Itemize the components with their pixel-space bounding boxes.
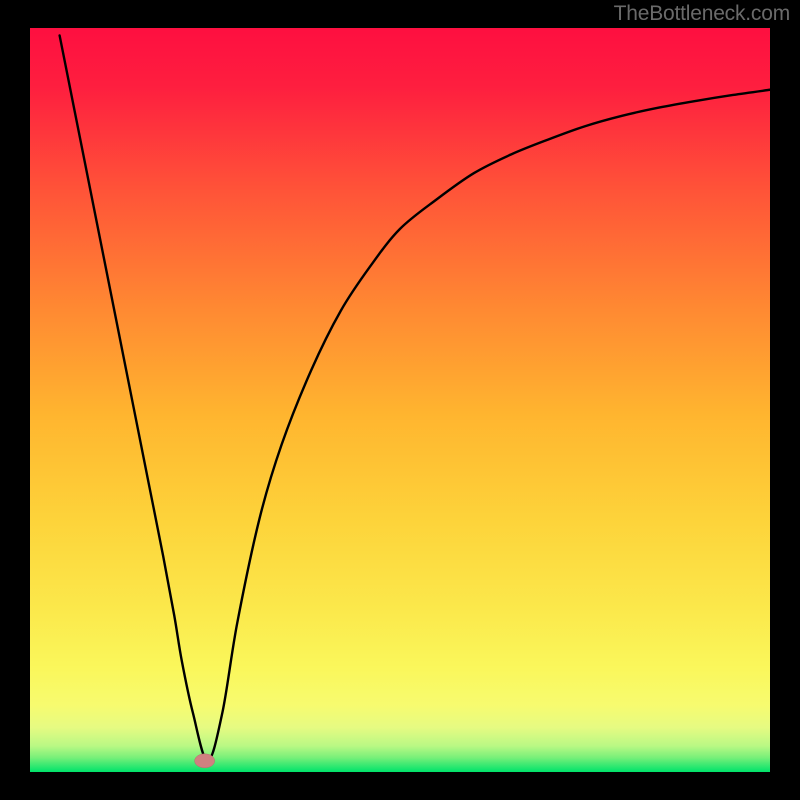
- chart-svg: [0, 0, 800, 800]
- chart-container: TheBottleneck.com: [0, 0, 800, 800]
- watermark-text: TheBottleneck.com: [614, 2, 790, 26]
- chart-plot-area: [30, 28, 770, 772]
- chart-marker: [195, 754, 215, 768]
